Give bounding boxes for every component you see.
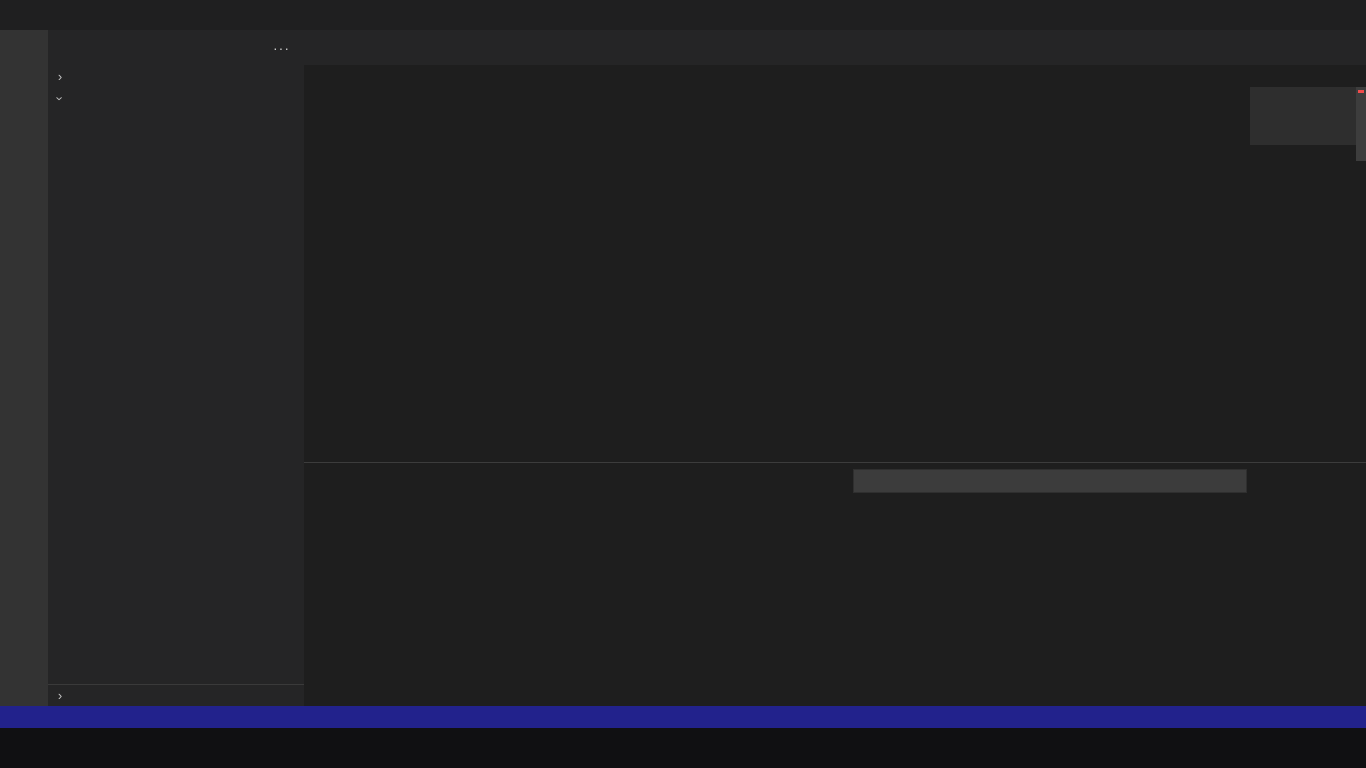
editor-scrollbar[interactable] xyxy=(1356,87,1366,161)
file-tree xyxy=(48,109,304,684)
editor-group xyxy=(304,30,1366,706)
windows-taskbar xyxy=(0,728,1366,768)
explorer-sidebar: ··· › › › xyxy=(48,30,304,706)
problems-list xyxy=(304,498,1366,706)
title-bar xyxy=(0,0,1366,30)
bottom-panel xyxy=(304,462,1366,706)
overview-ruler-error-mark xyxy=(1358,90,1364,93)
minimap-viewport[interactable] xyxy=(1250,87,1356,145)
activity-bar xyxy=(0,30,48,706)
problems-filter-input[interactable] xyxy=(861,474,1239,488)
code-editor[interactable] xyxy=(304,87,1366,462)
status-bar xyxy=(0,706,1366,728)
chevron-right-icon: › xyxy=(57,68,63,84)
breadcrumb xyxy=(304,65,1366,87)
chevron-down-icon: › xyxy=(52,95,68,101)
chevron-right-icon: › xyxy=(57,688,63,703)
vscode-window: ··· › › › xyxy=(0,0,1366,768)
minimap[interactable] xyxy=(1250,87,1356,462)
open-editors-section[interactable]: › xyxy=(48,65,304,87)
workspace-section[interactable]: › xyxy=(48,87,304,109)
problems-filter[interactable] xyxy=(853,469,1247,493)
vscode-logo-icon xyxy=(10,6,28,24)
sidebar-header: ··· xyxy=(48,30,304,65)
outline-section[interactable]: › xyxy=(48,684,304,706)
more-actions-icon[interactable]: ··· xyxy=(273,40,290,56)
workbench: ··· › › › xyxy=(0,30,1366,706)
editor-tab-bar xyxy=(304,30,1366,65)
